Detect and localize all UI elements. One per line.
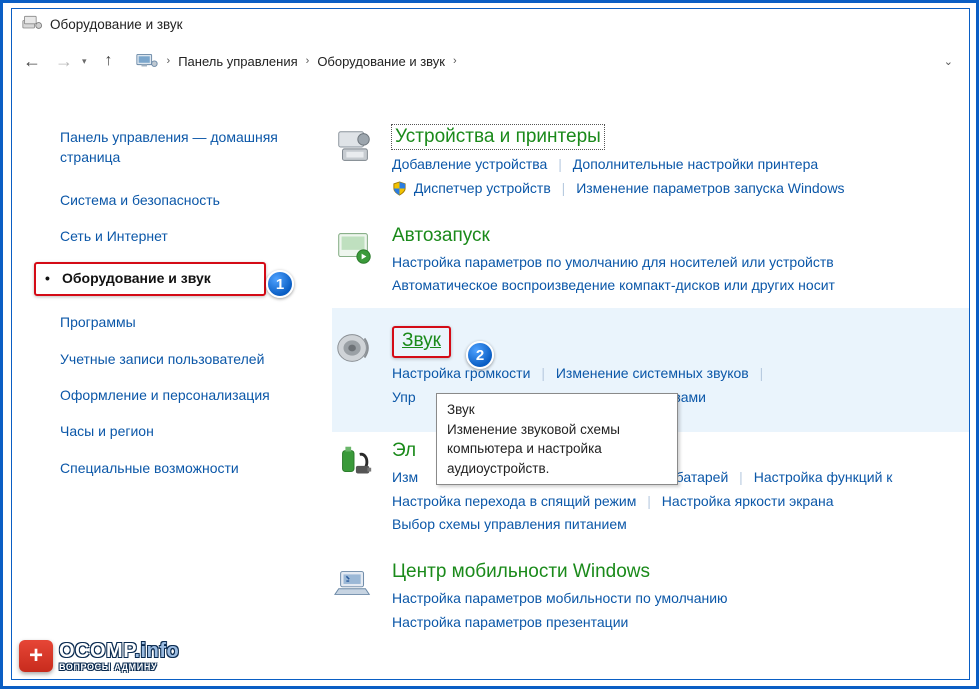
link-power-functions[interactable]: Настройка функций к [754, 469, 893, 485]
nav-history-dropdown[interactable]: ▾ [82, 56, 87, 67]
link-windows-startup[interactable]: Изменение параметров запуска Windows [576, 180, 844, 196]
link-add-device[interactable]: Добавление устройства [392, 156, 547, 172]
chevron-right-icon[interactable]: › [451, 55, 459, 67]
chevron-right-icon[interactable]: › [165, 55, 173, 67]
watermark-suffix: .info [134, 640, 179, 662]
tooltip-title: Звук [447, 400, 667, 420]
link-device-manager[interactable]: Диспетчер устройств [414, 180, 551, 196]
devices-printers-icon [332, 125, 376, 167]
breadcrumb-expand-icon[interactable]: ⌄ [944, 55, 953, 68]
sidebar-item-programs[interactable]: Программы [60, 312, 302, 332]
link-brightness-settings[interactable]: Настройка яркости экрана [662, 493, 834, 509]
sidebar-item-user-accounts[interactable]: Учетные записи пользователей [60, 349, 302, 369]
annotation-marker-1: 1 [266, 270, 294, 298]
sidebar-item-network-internet[interactable]: Сеть и Интернет [60, 226, 302, 246]
sidebar-item-appearance[interactable]: Оформление и персонализация [60, 385, 302, 405]
breadcrumb-hardware-sound[interactable]: Оборудование и звук [317, 54, 445, 69]
titlebar: Оборудование и звук [12, 9, 969, 39]
link-sound-manage-tail[interactable]: вами [673, 389, 706, 405]
breadcrumb-control-panel[interactable]: Панель управления [178, 54, 297, 69]
sidebar-item-hardware-sound[interactable]: Оборудование и звук [34, 262, 266, 296]
category-devices-printers: Устройства и принтеры Добавление устройс… [332, 117, 969, 217]
autoplay-icon [332, 225, 376, 267]
tooltip-body: Изменение звуковой схемы компьютера и на… [447, 420, 667, 479]
shield-icon [392, 181, 407, 196]
link-presentation-settings[interactable]: Настройка параметров презентации [392, 614, 628, 630]
nav-back-button[interactable]: ← [22, 51, 42, 71]
annotation-marker-2: 2 [466, 341, 494, 369]
link-sleep-settings[interactable]: Настройка перехода в спящий режим [392, 493, 636, 509]
link-system-sounds[interactable]: Изменение системных звуков [556, 365, 749, 381]
link-volume-settings[interactable]: Настройка громкости [392, 365, 530, 381]
link-power-partial1[interactable]: Изм [392, 469, 418, 485]
watermark: + OCOMP.info ВОПРОСЫ АДМИНУ [19, 640, 179, 672]
main-content: Устройства и принтеры Добавление устройс… [312, 89, 969, 679]
link-autoplay-cd[interactable]: Автоматическое воспроизведение компакт-д… [392, 277, 835, 293]
category-mobility: Центр мобильности Windows Настройка пара… [332, 553, 969, 651]
power-icon [332, 440, 376, 482]
hardware-sound-icon [22, 15, 42, 34]
watermark-tagline: ВОПРОСЫ АДМИНУ [59, 663, 179, 672]
sidebar-item-ease-of-access[interactable]: Специальные возможности [60, 458, 302, 478]
sidebar-item-clock-region[interactable]: Часы и регион [60, 421, 302, 441]
category-title-power[interactable]: Эл [392, 440, 416, 462]
link-autoplay-defaults[interactable]: Настройка параметров по умолчанию для но… [392, 254, 834, 270]
link-printer-settings[interactable]: Дополнительные настройки принтера [573, 156, 818, 172]
sidebar-item-system-security[interactable]: Система и безопасность [60, 190, 302, 210]
watermark-badge-icon: + [19, 640, 53, 672]
category-title-autoplay[interactable]: Автозапуск [392, 225, 490, 247]
control-panel-window: Оборудование и звук ← → ▾ ↑ › Панель упр… [11, 8, 970, 680]
link-sound-manage-partial[interactable]: Упр [392, 389, 416, 405]
category-title-sound[interactable]: Звук [392, 326, 451, 358]
sidebar: Панель управления — домашняя страница Си… [12, 89, 312, 679]
nav-forward-button[interactable]: → [54, 51, 74, 71]
link-power-plan[interactable]: Выбор схемы управления питанием [392, 516, 627, 532]
nav-up-button[interactable]: ↑ [99, 51, 119, 71]
mobility-icon [332, 561, 376, 603]
chevron-right-icon[interactable]: › [304, 55, 312, 67]
category-title-devices-printers[interactable]: Устройства и принтеры [392, 125, 604, 149]
control-panel-icon [135, 50, 159, 73]
tooltip-sound: Звук Изменение звуковой схемы компьютера… [436, 393, 678, 485]
breadcrumb: › Панель управления › Оборудование и зву… [129, 50, 959, 73]
watermark-brand: OCOMP [59, 640, 134, 662]
sound-icon [332, 326, 376, 368]
category-autoplay: Автозапуск Настройка параметров по умолч… [332, 217, 969, 315]
window-title: Оборудование и звук [50, 17, 183, 32]
sidebar-home-link[interactable]: Панель управления — домашняя страница [60, 127, 302, 168]
navbar: ← → ▾ ↑ › Панель управления › Оборудован… [12, 39, 969, 83]
category-title-mobility[interactable]: Центр мобильности Windows [392, 561, 650, 583]
link-mobility-defaults[interactable]: Настройка параметров мобильности по умол… [392, 590, 728, 606]
